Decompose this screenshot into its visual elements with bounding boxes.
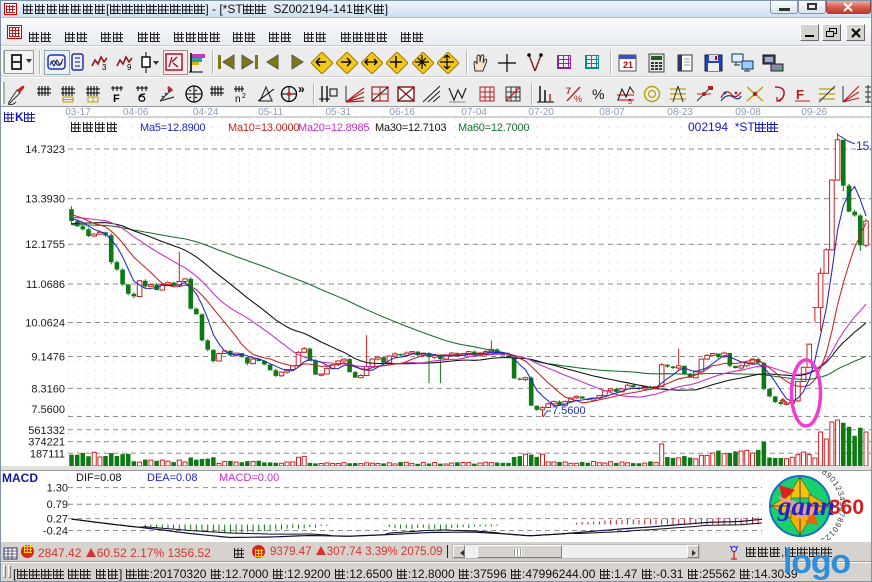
svg-text:08-23: 08-23 — [667, 107, 693, 118]
svg-text:0.79: 0.79 — [47, 499, 68, 511]
svg-text:7: 7 — [566, 86, 571, 96]
svg-text:2: 2 — [242, 93, 246, 100]
svg-text:04-24: 04-24 — [193, 107, 219, 118]
svg-text:%: % — [592, 86, 604, 102]
svg-text:7.5600: 7.5600 — [31, 404, 65, 416]
svg-text:11.0686: 11.0686 — [26, 279, 65, 291]
svg-text:360: 360 — [829, 496, 864, 519]
svg-text:21: 21 — [623, 60, 633, 70]
svg-text:04-06: 04-06 — [123, 107, 149, 118]
svg-text:F: F — [796, 87, 804, 102]
svg-text:05-31: 05-31 — [326, 107, 352, 118]
svg-text:09-26: 09-26 — [802, 107, 828, 118]
svg-text:0.27: 0.27 — [47, 514, 68, 526]
svg-text:561332: 561332 — [28, 425, 65, 437]
svg-text:187111: 187111 — [30, 448, 65, 460]
svg-text:-0.24: -0.24 — [43, 526, 68, 538]
svg-text:03-17: 03-17 — [65, 107, 91, 118]
svg-text:14.7323: 14.7323 — [25, 144, 65, 156]
svg-text:374221: 374221 — [28, 437, 65, 449]
svg-text:F: F — [113, 93, 120, 103]
svg-text:%: % — [574, 94, 582, 104]
svg-text:3: 3 — [102, 63, 107, 72]
svg-text:07-20: 07-20 — [528, 107, 554, 118]
svg-text:»: » — [298, 82, 305, 96]
svg-text:9: 9 — [127, 63, 132, 72]
svg-text:09-08: 09-08 — [735, 107, 761, 118]
svg-text:1.30: 1.30 — [47, 483, 68, 495]
svg-text:06-16: 06-16 — [389, 107, 415, 118]
svg-text:15.: 15. — [856, 139, 872, 153]
svg-text:gann: gann — [777, 491, 835, 521]
svg-text:07-04: 07-04 — [461, 107, 487, 118]
svg-text:n: n — [235, 94, 241, 103]
svg-text:08-07: 08-07 — [599, 107, 625, 118]
svg-text:8.3160: 8.3160 — [31, 383, 65, 395]
svg-text:05-11: 05-11 — [258, 107, 283, 118]
svg-text:13.3930: 13.3930 — [25, 194, 65, 206]
svg-text:12.1755: 12.1755 — [25, 239, 65, 251]
svg-text:9.1476: 9.1476 — [31, 352, 65, 364]
svg-text:10.0624: 10.0624 — [25, 318, 65, 330]
svg-text:7.5600: 7.5600 — [552, 405, 586, 417]
